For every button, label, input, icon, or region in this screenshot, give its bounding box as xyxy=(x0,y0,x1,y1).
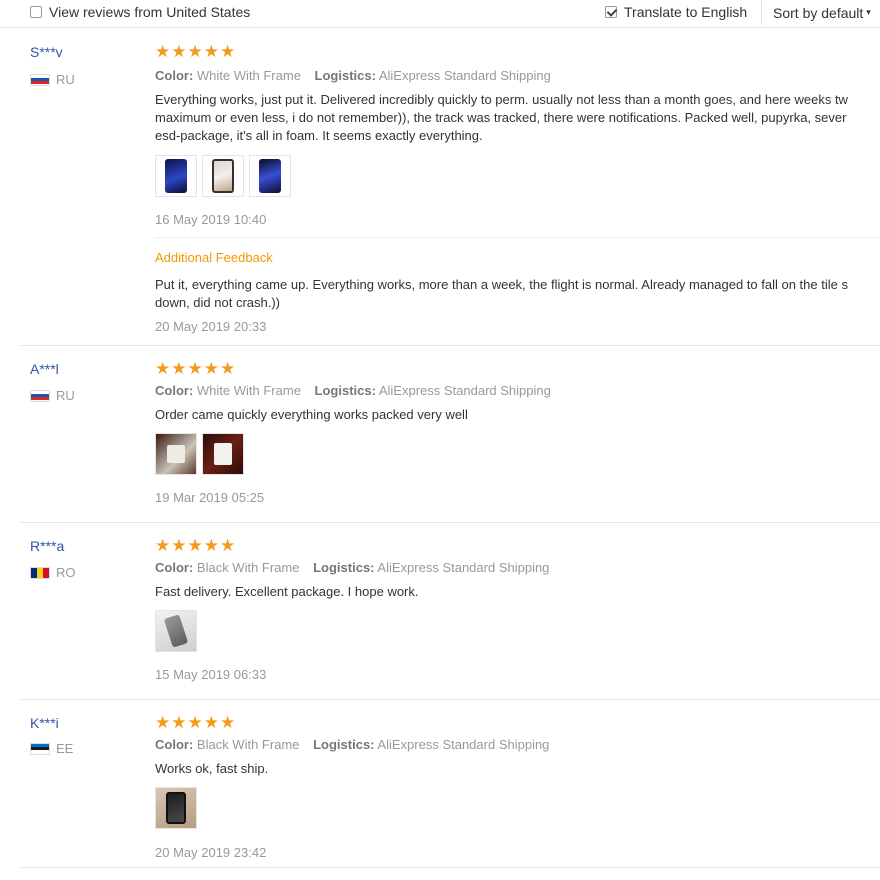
review-text: Works ok, fast ship. xyxy=(155,760,880,778)
country-code: RU xyxy=(56,72,75,87)
reviewer-country: RO xyxy=(30,565,76,580)
review-item: A***l RU ★★★★★ Color: White With Frame L… xyxy=(20,346,880,523)
review-date: 20 May 2019 23:42 xyxy=(155,845,267,860)
color-label: Color: xyxy=(155,68,194,83)
review-item: K***i EE ★★★★★ Color: Black With Frame L… xyxy=(20,700,880,868)
order-properties: Color: Black With Frame Logistics: AliEx… xyxy=(155,560,549,575)
country-code: RU xyxy=(56,388,75,403)
translate-checkbox[interactable] xyxy=(605,6,617,18)
estonia-flag-icon xyxy=(30,742,50,755)
review-item: R***a RO ★★★★★ Color: Black With Frame L… xyxy=(20,523,880,700)
review-photo-thumbnail[interactable] xyxy=(202,155,244,197)
review-text-line: Everything works, just put it. Delivered… xyxy=(155,92,848,107)
local-reviews-checkbox[interactable] xyxy=(30,6,42,18)
logistics-value: AliExpress Standard Shipping xyxy=(378,68,551,83)
review-text-line: maximum or even less, i do not remember)… xyxy=(155,110,847,125)
review-photos xyxy=(155,610,197,652)
review-text: Everything works, just put it. Delivered… xyxy=(155,91,880,145)
russia-flag-icon xyxy=(30,73,50,86)
review-photo-thumbnail[interactable] xyxy=(155,787,197,829)
review-photos xyxy=(155,433,244,475)
review-text-line: Fast delivery. Excellent package. I hope… xyxy=(155,584,419,599)
review-filter-bar: View reviews from United States Translat… xyxy=(0,0,880,28)
color-value: Black With Frame xyxy=(196,737,300,752)
sort-dropdown[interactable]: Sort by default ▾ xyxy=(761,0,880,25)
order-properties: Color: White With Frame Logistics: AliEx… xyxy=(155,68,551,83)
additional-feedback-heading: Additional Feedback xyxy=(155,250,273,265)
order-properties: Color: Black With Frame Logistics: AliEx… xyxy=(155,737,549,752)
star-icon: ★★★★★ xyxy=(155,536,237,555)
review-text-line: Put it, everything came up. Everything w… xyxy=(155,277,848,292)
russia-flag-icon xyxy=(30,389,50,402)
review-photo-thumbnail[interactable] xyxy=(249,155,291,197)
romania-flag-icon xyxy=(30,566,50,579)
color-value: White With Frame xyxy=(196,383,301,398)
star-rating: ★★★★★ xyxy=(155,42,237,61)
color-value: White With Frame xyxy=(196,68,301,83)
review-text: Fast delivery. Excellent package. I hope… xyxy=(155,583,880,601)
translate-label: Translate to English xyxy=(624,4,748,20)
country-code: EE xyxy=(56,741,74,756)
additional-feedback-date: 20 May 2019 20:33 xyxy=(155,319,267,334)
country-code: RO xyxy=(56,565,76,580)
review-photos xyxy=(155,155,291,197)
review-date: 19 Mar 2019 05:25 xyxy=(155,490,265,505)
additional-feedback-text: Put it, everything came up. Everything w… xyxy=(155,276,880,312)
star-icon: ★★★★★ xyxy=(155,42,237,61)
review-photo-thumbnail[interactable] xyxy=(155,433,197,475)
logistics-value: AliExpress Standard Shipping xyxy=(377,560,550,575)
star-rating: ★★★★★ xyxy=(155,713,237,732)
color-label: Color: xyxy=(155,737,194,752)
logistics-label: Logistics: xyxy=(314,68,376,83)
review-photo-thumbnail[interactable] xyxy=(155,610,197,652)
reviewer-name[interactable]: A***l xyxy=(30,361,59,377)
star-icon: ★★★★★ xyxy=(155,359,237,378)
star-rating: ★★★★★ xyxy=(155,536,237,555)
review-date: 16 May 2019 10:40 xyxy=(155,212,267,227)
local-reviews-label: View reviews from United States xyxy=(49,4,251,20)
review-text: Order came quickly everything works pack… xyxy=(155,406,880,424)
review-text-line: Order came quickly everything works pack… xyxy=(155,407,468,422)
divider xyxy=(155,237,880,238)
review-photos xyxy=(155,787,197,829)
order-properties: Color: White With Frame Logistics: AliEx… xyxy=(155,383,551,398)
reviewer-name[interactable]: R***a xyxy=(30,538,64,554)
star-rating: ★★★★★ xyxy=(155,359,237,378)
color-value: Black With Frame xyxy=(196,560,300,575)
logistics-label: Logistics: xyxy=(314,383,376,398)
review-text-line: Works ok, fast ship. xyxy=(155,761,269,776)
review-text-line: esd-package, it's all in foam. It seems … xyxy=(155,128,483,143)
logistics-label: Logistics: xyxy=(313,560,375,575)
review-photo-thumbnail[interactable] xyxy=(202,433,244,475)
logistics-value: AliExpress Standard Shipping xyxy=(378,383,551,398)
reviewer-country: RU xyxy=(30,388,75,403)
review-text-line: down, did not crash.)) xyxy=(155,295,281,310)
review-photo-thumbnail[interactable] xyxy=(155,155,197,197)
star-icon: ★★★★★ xyxy=(155,713,237,732)
reviewer-name[interactable]: K***i xyxy=(30,715,59,731)
reviewer-name[interactable]: S***v xyxy=(30,44,63,60)
review-date: 15 May 2019 06:33 xyxy=(155,667,267,682)
chevron-down-icon: ▾ xyxy=(866,7,871,17)
sort-label: Sort by default xyxy=(773,4,864,21)
logistics-value: AliExpress Standard Shipping xyxy=(377,737,550,752)
reviewer-country: RU xyxy=(30,72,75,87)
local-reviews-filter[interactable]: View reviews from United States xyxy=(30,3,250,21)
logistics-label: Logistics: xyxy=(313,737,375,752)
reviewer-country: EE xyxy=(30,741,73,756)
color-label: Color: xyxy=(155,383,194,398)
review-item: S***v RU ★★★★★ Color: White With Frame L… xyxy=(20,28,880,346)
translate-filter[interactable]: Translate to English xyxy=(605,3,747,21)
color-label: Color: xyxy=(155,560,194,575)
